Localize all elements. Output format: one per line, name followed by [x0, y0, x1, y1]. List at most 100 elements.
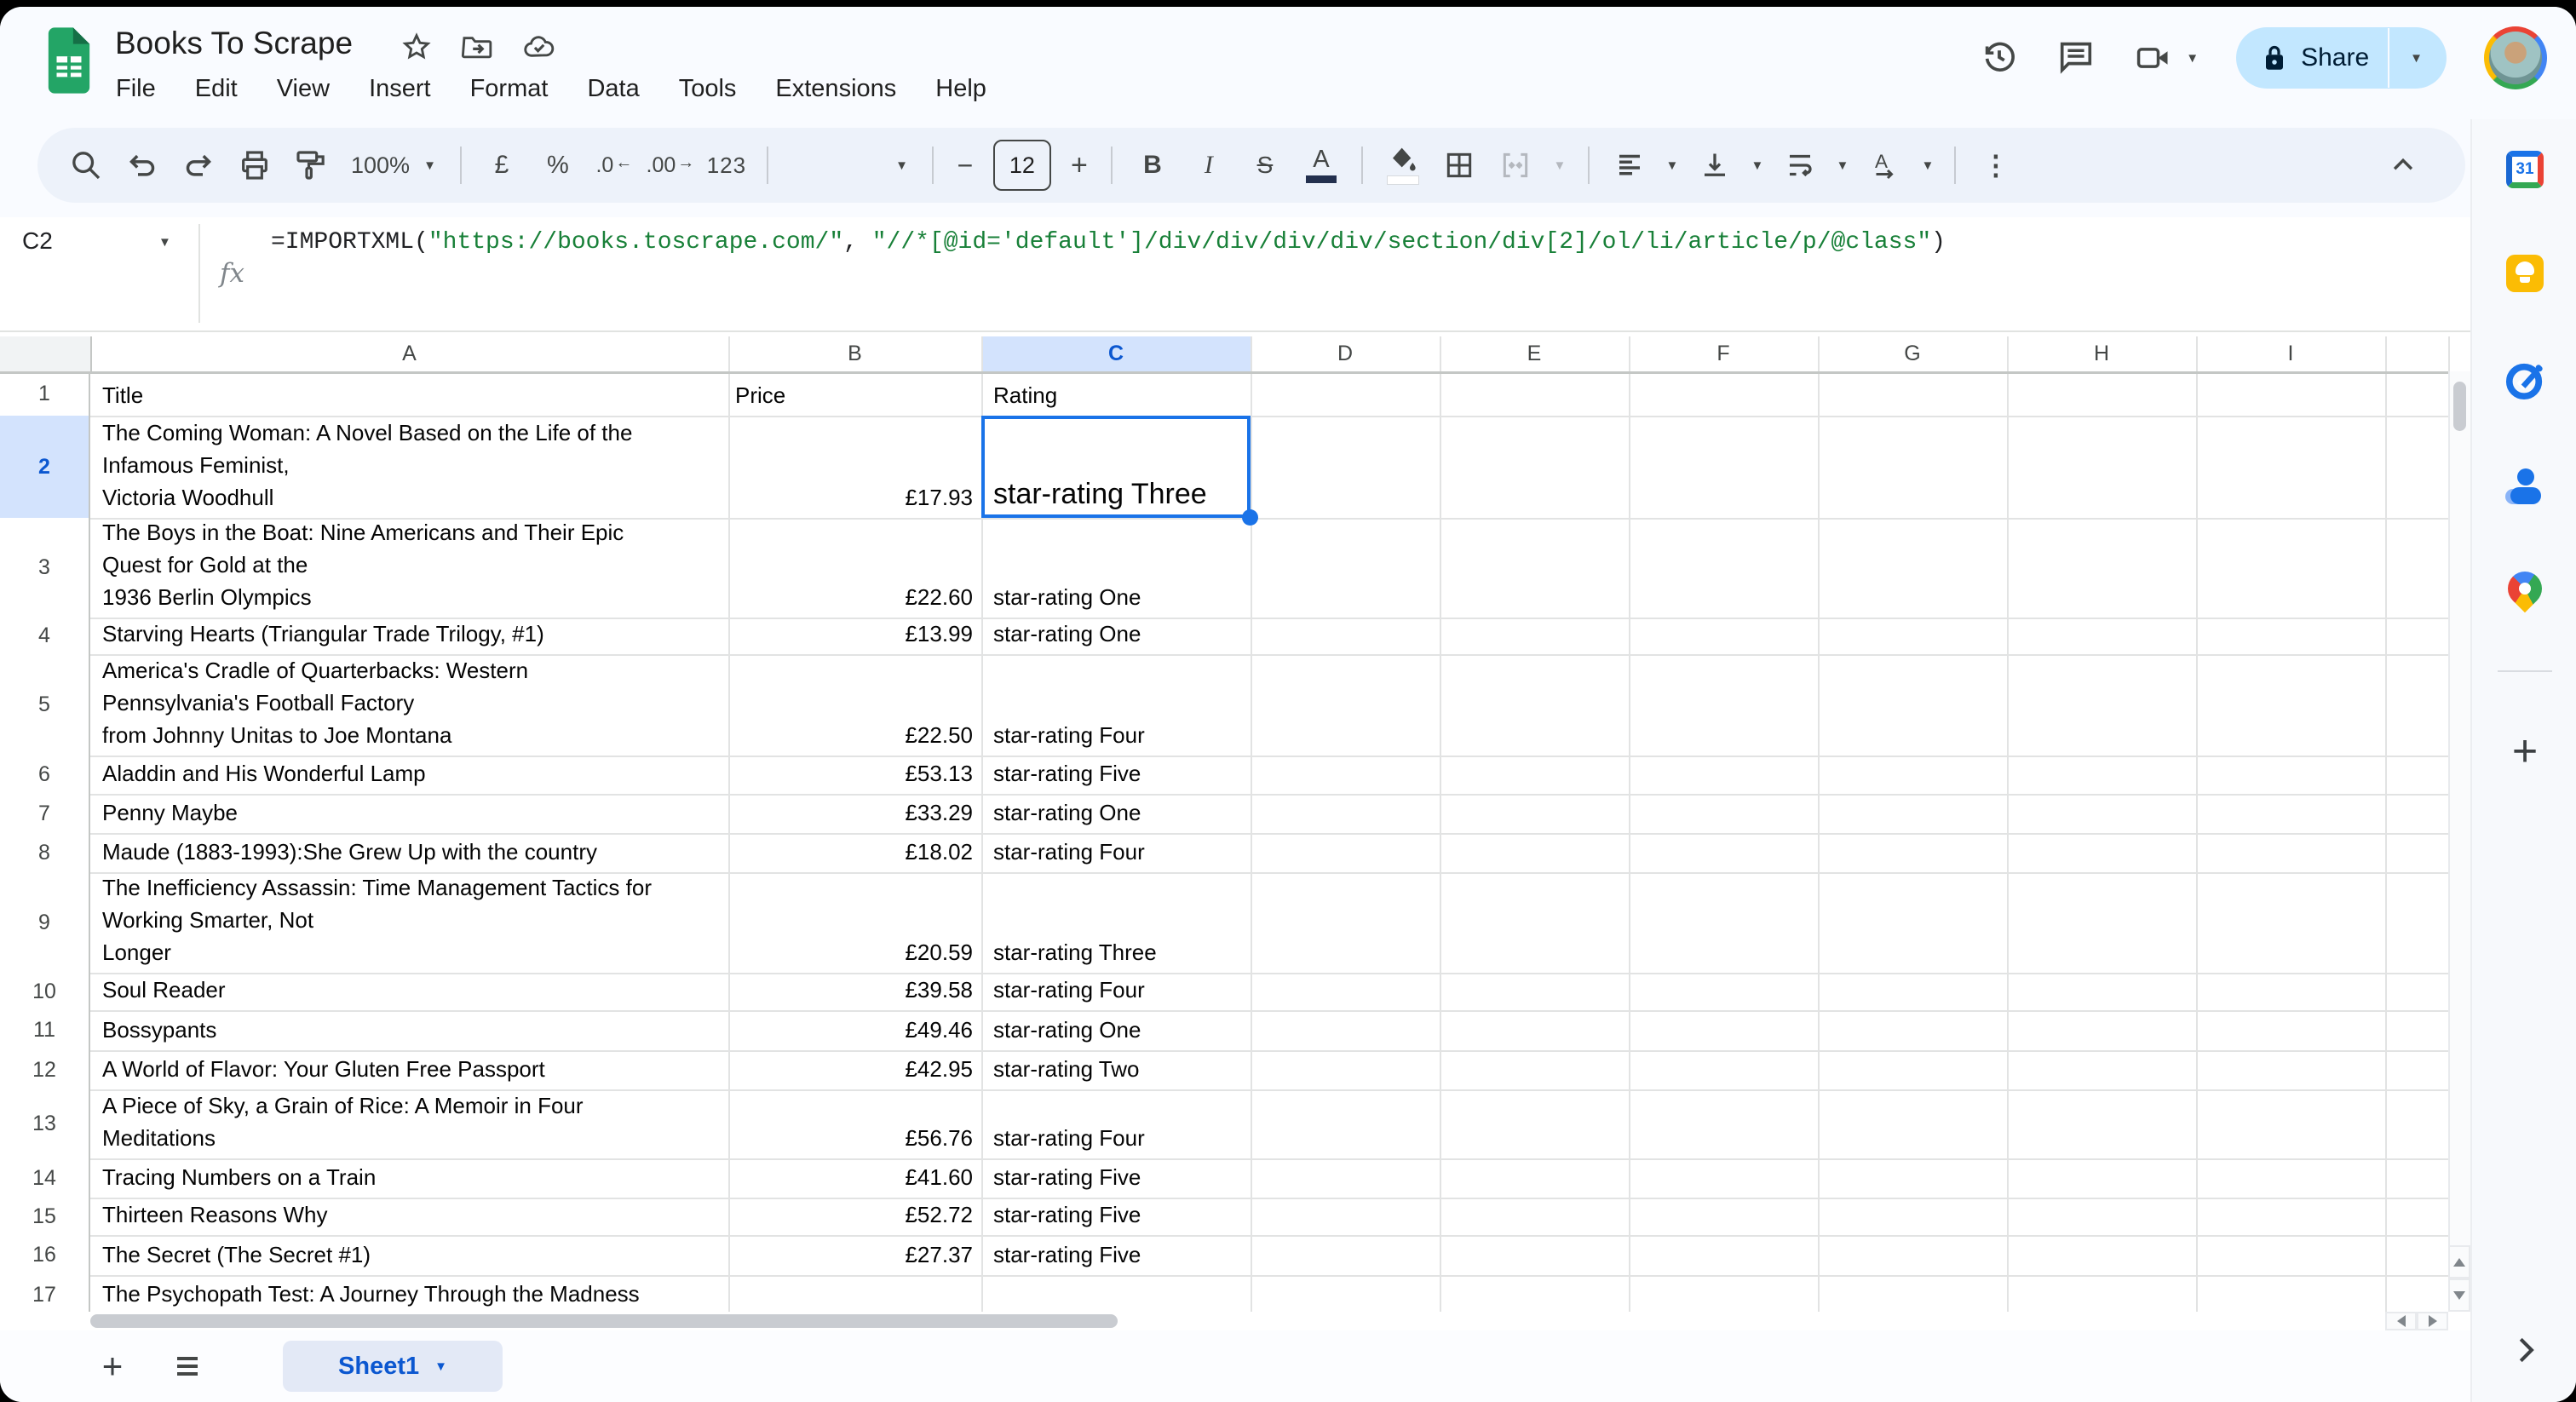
cell-C13[interactable]: star-rating Four — [993, 1089, 1245, 1158]
row-header-8[interactable]: 8 — [0, 833, 90, 872]
fill-handle[interactable] — [1242, 509, 1258, 526]
cloud-saved-icon[interactable] — [521, 31, 557, 67]
font-size-input[interactable]: 12 — [993, 140, 1051, 191]
menu-help[interactable]: Help — [922, 70, 1000, 108]
cell-B7[interactable]: £33.29 — [735, 794, 973, 833]
menu-extensions[interactable]: Extensions — [762, 70, 910, 108]
row-header-6[interactable]: 6 — [0, 756, 90, 794]
selected-cell-outline[interactable] — [981, 416, 1251, 518]
get-addons-button[interactable]: + — [2472, 729, 2576, 773]
row-header-2[interactable]: 2 — [0, 416, 90, 518]
maps-icon[interactable] — [2472, 572, 2576, 606]
share-button[interactable]: Share ▼ — [2236, 27, 2447, 89]
star-icon[interactable] — [400, 31, 433, 67]
menu-tools[interactable]: Tools — [665, 70, 750, 108]
fill-color-button[interactable] — [1375, 137, 1431, 193]
column-header-partial[interactable] — [2385, 336, 2448, 371]
calendar-icon[interactable]: 31 — [2472, 151, 2576, 188]
cell-B5[interactable]: £22.50 — [735, 654, 973, 756]
cell-A3[interactable]: The Boys in the Boat: Nine Americans and… — [102, 518, 722, 618]
version-history-icon[interactable] — [1980, 37, 2019, 80]
cell-C11[interactable]: star-rating One — [993, 1010, 1245, 1050]
column-header-F[interactable]: F — [1629, 336, 1818, 371]
cell-A9[interactable]: The Inefficiency Assassin: Time Manageme… — [102, 872, 722, 973]
row-header-14[interactable]: 14 — [0, 1158, 90, 1198]
add-sheet-button[interactable]: + — [85, 1339, 140, 1393]
vertical-align-button[interactable] — [1687, 137, 1743, 193]
cell-C16[interactable]: star-rating Five — [993, 1235, 1245, 1275]
text-color-button[interactable]: A — [1293, 137, 1349, 193]
row-header-10[interactable]: 10 — [0, 973, 90, 1010]
row-header-1[interactable]: 1 — [0, 371, 90, 416]
vertical-align-caret-icon[interactable]: ▼ — [1743, 137, 1772, 193]
increase-decimal-button[interactable]: .00→ — [642, 137, 699, 193]
sheet-tab-caret-icon[interactable]: ▼ — [434, 1360, 447, 1373]
cell-B10[interactable]: £39.58 — [735, 973, 973, 1010]
row-header-16[interactable]: 16 — [0, 1235, 90, 1275]
row-header-5[interactable]: 5 — [0, 654, 90, 756]
name-box-caret-icon[interactable]: ▼ — [158, 236, 171, 249]
tasks-icon[interactable] — [2472, 361, 2576, 400]
cell-C8[interactable]: star-rating Four — [993, 833, 1245, 872]
row-header-9[interactable]: 9 — [0, 872, 90, 973]
horizontal-align-button[interactable] — [1601, 137, 1658, 193]
cell-A1[interactable]: Title — [102, 371, 722, 416]
row-header-7[interactable]: 7 — [0, 794, 90, 833]
undo-button[interactable] — [114, 137, 170, 193]
row-header-13[interactable]: 13 — [0, 1089, 90, 1158]
document-title[interactable]: Books To Scrape — [115, 26, 353, 61]
vertical-scrollbar-thumb[interactable] — [2453, 382, 2466, 431]
cell-A11[interactable]: Bossypants — [102, 1010, 722, 1050]
horizontal-scrollbar-thumb[interactable] — [90, 1314, 1118, 1328]
keep-icon[interactable] — [2472, 255, 2576, 292]
cell-B16[interactable]: £27.37 — [735, 1235, 973, 1275]
column-header-I[interactable]: I — [2196, 336, 2385, 371]
sheet-tab-active[interactable]: Sheet1 ▼ — [283, 1341, 503, 1392]
text-rotation-button[interactable]: A — [1857, 137, 1913, 193]
cell-B11[interactable]: £49.46 — [735, 1010, 973, 1050]
merge-cells-button[interactable] — [1487, 137, 1544, 193]
text-wrap-caret-icon[interactable]: ▼ — [1828, 137, 1857, 193]
menu-data[interactable]: Data — [573, 70, 653, 108]
vertical-scrollbar[interactable] — [2448, 371, 2470, 1312]
name-box[interactable]: C2 — [22, 227, 53, 255]
cell-C6[interactable]: star-rating Five — [993, 756, 1245, 794]
text-rotation-caret-icon[interactable]: ▼ — [1913, 137, 1942, 193]
share-caret-icon[interactable]: ▼ — [2395, 52, 2438, 65]
cell-A2[interactable]: The Coming Woman: A Novel Based on the L… — [102, 416, 722, 518]
cell-A17[interactable]: The Psychopath Test: A Journey Through t… — [102, 1275, 722, 1312]
italic-button[interactable]: I — [1181, 137, 1237, 193]
cell-B15[interactable]: £52.72 — [735, 1198, 973, 1235]
cell-A6[interactable]: Aladdin and His Wonderful Lamp — [102, 756, 722, 794]
menu-view[interactable]: View — [263, 70, 343, 108]
redo-button[interactable] — [170, 137, 227, 193]
cell-C4[interactable]: star-rating One — [993, 618, 1245, 654]
format-percent-button[interactable]: % — [530, 137, 586, 193]
select-all-corner[interactable] — [0, 336, 92, 374]
strikethrough-button[interactable]: S — [1237, 137, 1293, 193]
show-side-panel-chevron-icon[interactable] — [2472, 1334, 2576, 1366]
font-family-selector[interactable]: ▼ — [780, 141, 920, 189]
account-avatar[interactable] — [2484, 26, 2547, 89]
row-header-12[interactable]: 12 — [0, 1050, 90, 1089]
print-button[interactable] — [227, 137, 283, 193]
cell-B8[interactable]: £18.02 — [735, 833, 973, 872]
cell-A5[interactable]: America's Cradle of Quarterbacks: Wester… — [102, 654, 722, 756]
formula-input[interactable]: =IMPORTXML("https://books.toscrape.com/"… — [271, 229, 1946, 256]
cell-A14[interactable]: Tracing Numbers on a Train — [102, 1158, 722, 1198]
horizontal-scrollbar[interactable] — [0, 1312, 2470, 1330]
horizontal-align-caret-icon[interactable]: ▼ — [1658, 137, 1687, 193]
contacts-icon[interactable] — [2472, 468, 2576, 506]
cell-A12[interactable]: A World of Flavor: Your Gluten Free Pass… — [102, 1050, 722, 1089]
format-currency-button[interactable]: £ — [474, 137, 530, 193]
row-header-3[interactable]: 3 — [0, 518, 90, 618]
collapse-toolbar-icon[interactable] — [2375, 137, 2431, 193]
cell-C5[interactable]: star-rating Four — [993, 654, 1245, 756]
zoom-control[interactable]: 100% ▼ — [339, 137, 448, 193]
increase-font-size-button[interactable]: + — [1060, 137, 1099, 193]
bold-button[interactable]: B — [1124, 137, 1181, 193]
all-sheets-button[interactable] — [160, 1339, 215, 1393]
cell-C9[interactable]: star-rating Three — [993, 872, 1245, 973]
decrease-font-size-button[interactable]: − — [946, 137, 985, 193]
column-header-A[interactable]: A — [90, 336, 728, 371]
